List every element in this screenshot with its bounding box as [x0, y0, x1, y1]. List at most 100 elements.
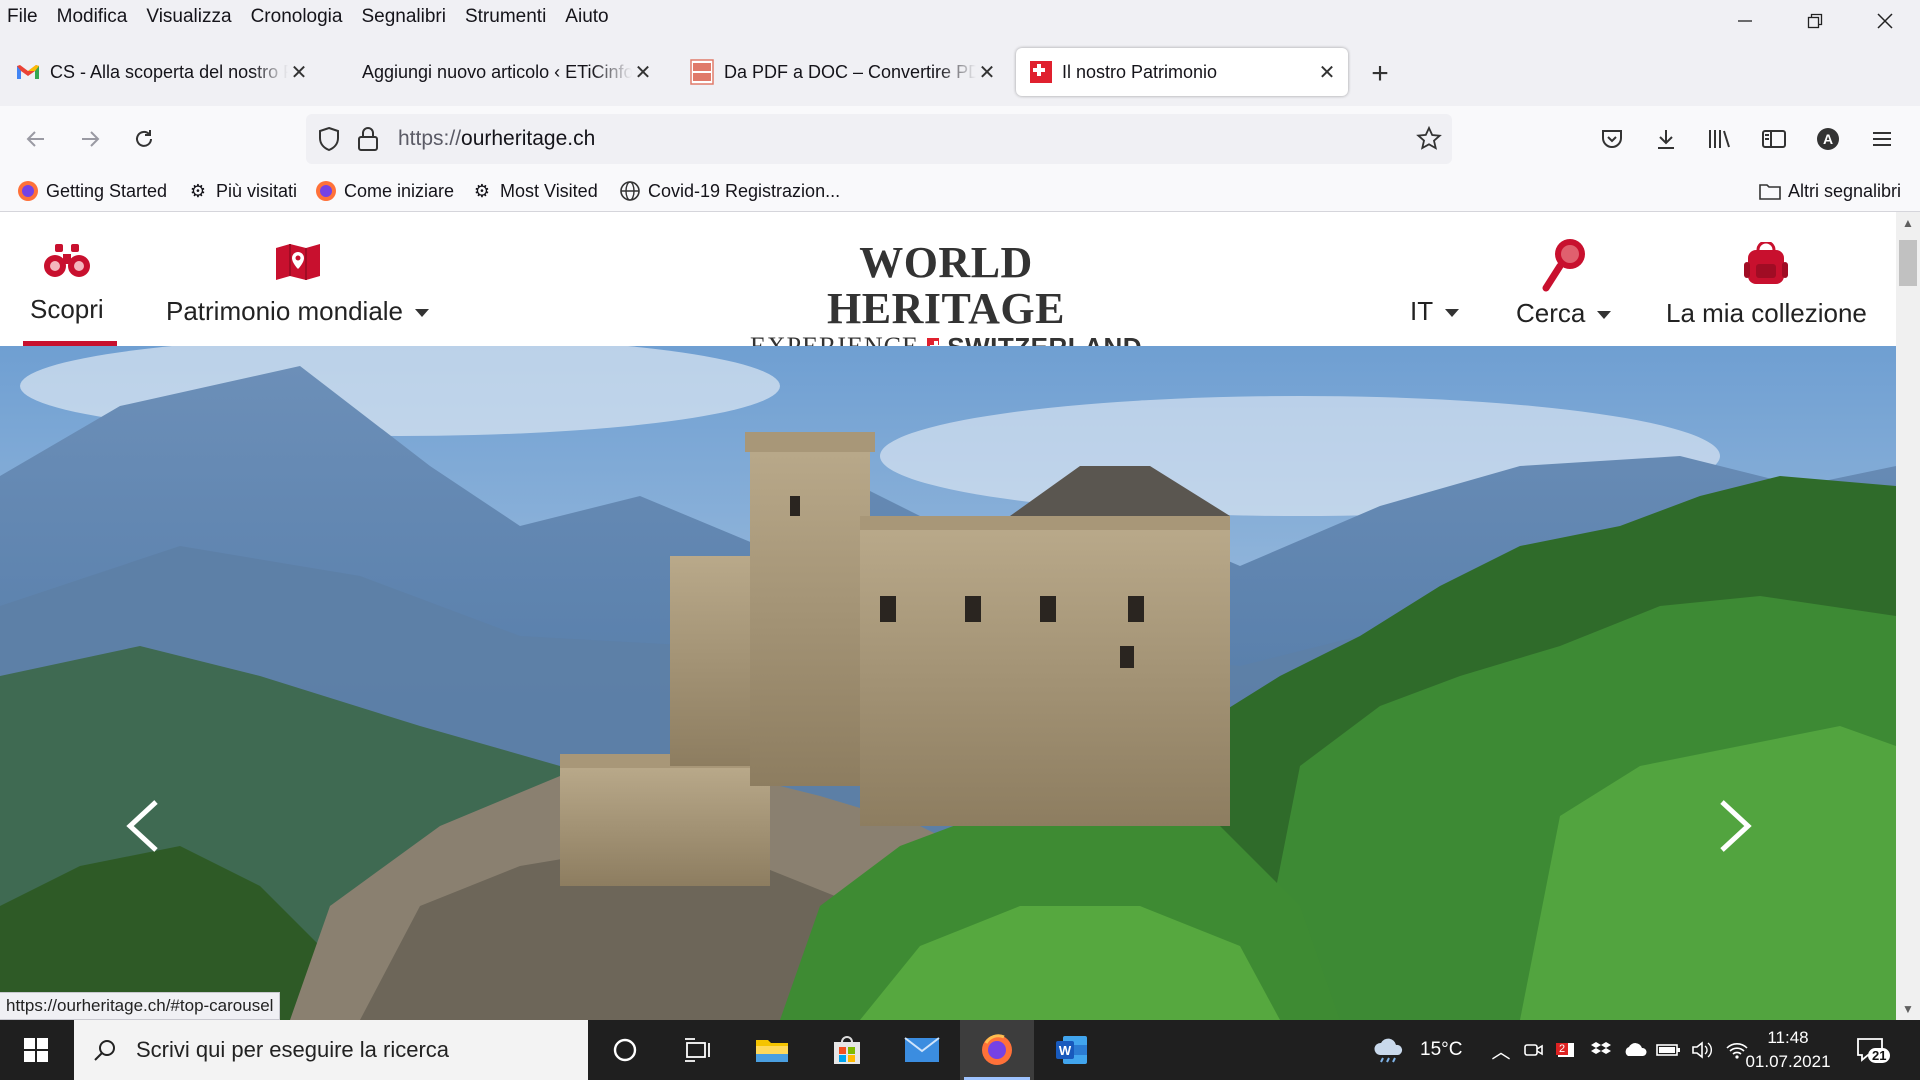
- star-icon[interactable]: [1416, 126, 1442, 152]
- search-icon: [74, 1038, 136, 1062]
- mail-icon: [904, 1037, 940, 1062]
- scroll-up-icon[interactable]: ▲: [1896, 212, 1920, 234]
- carousel-prev-button[interactable]: [112, 786, 172, 866]
- bookmark-piu-visitati[interactable]: ⚙ Più visitati: [186, 176, 297, 206]
- bookmark-most-visited[interactable]: ⚙ Most Visited: [470, 176, 598, 206]
- store-button[interactable]: [810, 1020, 884, 1080]
- vertical-scrollbar[interactable]: ▲ ▼: [1896, 212, 1920, 1020]
- tab-close-icon[interactable]: ✕: [288, 61, 310, 84]
- tab-pdf-to-doc[interactable]: Da PDF a DOC – Convertire PDF ✕: [676, 48, 1008, 96]
- firefox-icon: [314, 179, 338, 203]
- bookmark-covid-registrazione[interactable]: Covid-19 Registrazion...: [618, 176, 840, 206]
- taskbar-search-box[interactable]: Scrivi qui per eseguire la ricerca: [74, 1020, 588, 1080]
- new-tab-button[interactable]: +: [1362, 56, 1398, 92]
- bookmark-label: Più visitati: [216, 180, 298, 201]
- other-bookmarks[interactable]: Altri segnalibri: [1758, 176, 1901, 206]
- mail-badge: 2: [1556, 1043, 1569, 1055]
- search-menu[interactable]: Cerca: [1516, 236, 1612, 329]
- tab-strip: CS - Alla scoperta del nostro Patrimonio…: [0, 34, 1920, 106]
- back-button[interactable]: [17, 120, 55, 158]
- tab-cs-scoperta[interactable]: CS - Alla scoperta del nostro Patrimonio…: [2, 48, 320, 96]
- app-menu-button[interactable]: [1863, 120, 1901, 158]
- avatar-icon: A: [1817, 128, 1839, 150]
- meet-now-icon[interactable]: [1516, 1040, 1550, 1060]
- taskbar-clock[interactable]: 11:48 01.07.2021: [1728, 1026, 1848, 1074]
- menu-file[interactable]: File: [7, 6, 38, 28]
- library-button[interactable]: [1701, 120, 1739, 158]
- bookmark-come-iniziare[interactable]: Come iniziare: [314, 176, 454, 206]
- plus-icon: +: [1371, 57, 1389, 90]
- battery-icon[interactable]: [1652, 1042, 1686, 1058]
- menu-visualizza[interactable]: Visualizza: [146, 6, 231, 28]
- start-button[interactable]: [0, 1020, 72, 1080]
- volume-icon[interactable]: [1686, 1040, 1720, 1060]
- language-label: IT: [1410, 296, 1434, 326]
- gear-icon: ⚙: [189, 180, 207, 201]
- nav-patrimonio-mondiale[interactable]: Patrimonio mondiale: [166, 242, 430, 327]
- pocket-button[interactable]: [1593, 120, 1631, 158]
- hero-carousel[interactable]: [0, 346, 1896, 1020]
- close-icon: [1877, 13, 1893, 29]
- menu-cronologia[interactable]: Cronologia: [251, 6, 343, 28]
- scroll-thumb[interactable]: [1899, 240, 1917, 286]
- search-label: Cerca: [1516, 298, 1586, 328]
- site-logo[interactable]: WORLD HERITAGE EXPERIENCE SWITZERLAND: [750, 238, 1142, 363]
- file-explorer-button[interactable]: [735, 1020, 809, 1080]
- shield-icon: [319, 126, 339, 152]
- bookmark-getting-started[interactable]: Getting Started: [16, 176, 167, 206]
- pdf-doc-icon: [690, 59, 714, 85]
- gear-icon: ⚙: [473, 180, 491, 201]
- mail-notify-icon[interactable]: 2: [1550, 1039, 1584, 1061]
- nav-scopri[interactable]: Scopri: [30, 242, 104, 325]
- sidebar-button[interactable]: [1755, 120, 1793, 158]
- logo-title: WORLD HERITAGE: [827, 238, 1065, 333]
- bookmark-label: Covid-19 Registrazion...: [648, 180, 841, 201]
- tab-label: Aggiungi nuovo articolo ‹ ETiCinforma: [362, 61, 632, 82]
- firefox-taskbar-button[interactable]: [960, 1020, 1034, 1080]
- other-bookmarks-label: Altri segnalibri: [1788, 180, 1902, 201]
- menu-strumenti[interactable]: Strumenti: [465, 6, 546, 28]
- menu-aiuto[interactable]: Aiuto: [565, 6, 608, 28]
- action-center-button[interactable]: 21: [1856, 1020, 1891, 1080]
- windows-taskbar: Scrivi qui per eseguire la ricerca W 15°…: [0, 1020, 1920, 1080]
- sidebar-icon: [1762, 130, 1786, 148]
- weather-widget[interactable]: 15°C: [1372, 1020, 1462, 1080]
- downloads-button[interactable]: [1647, 120, 1685, 158]
- language-selector[interactable]: IT: [1410, 296, 1460, 327]
- url-host: ourheritage.ch: [461, 127, 596, 150]
- reload-button[interactable]: [125, 120, 163, 158]
- menu-modifica[interactable]: Modifica: [57, 6, 128, 28]
- menu-segnalibri[interactable]: Segnalibri: [361, 6, 446, 28]
- url-bar[interactable]: https://ourheritage.ch: [306, 114, 1452, 164]
- tab-close-icon[interactable]: ✕: [1316, 61, 1338, 84]
- task-view-button[interactable]: [660, 1020, 734, 1080]
- chevron-down-icon: [1445, 309, 1460, 318]
- tab-close-icon[interactable]: ✕: [632, 61, 654, 84]
- tab-il-nostro-patrimonio[interactable]: Il nostro Patrimonio ✕: [1016, 48, 1348, 96]
- onedrive-icon[interactable]: [1618, 1041, 1652, 1059]
- word-taskbar-button[interactable]: W: [1035, 1020, 1109, 1080]
- magnifier-icon: [1542, 239, 1585, 292]
- url-text[interactable]: https://ourheritage.ch: [398, 127, 595, 151]
- forward-button[interactable]: [71, 120, 109, 158]
- carousel-next-button[interactable]: [1706, 786, 1766, 866]
- nav-toolbar: https://ourheritage.ch A: [0, 106, 1920, 172]
- cortana-button[interactable]: [588, 1020, 662, 1080]
- windows-logo-icon: [24, 1038, 48, 1062]
- my-collection[interactable]: La mia collezione: [1666, 242, 1867, 329]
- tab-close-icon[interactable]: ✕: [976, 61, 998, 84]
- account-button[interactable]: A: [1809, 120, 1847, 158]
- chevron-down-icon: [1597, 311, 1612, 320]
- hamburger-icon: [1873, 132, 1891, 146]
- scroll-down-icon[interactable]: ▼: [1896, 998, 1920, 1020]
- svg-text:W: W: [1059, 1043, 1072, 1058]
- mail-button[interactable]: [885, 1020, 959, 1080]
- gmail-icon: [17, 65, 39, 79]
- site-header: Scopri Patrimonio mondiale WORLD HERITAG…: [0, 212, 1896, 362]
- nav-patrimonio-label: Patrimonio mondiale: [166, 296, 404, 326]
- tab-label: CS - Alla scoperta del nostro Patrimonio: [50, 61, 288, 82]
- tab-aggiungi-articolo[interactable]: Aggiungi nuovo articolo ‹ ETiCinforma ✕: [330, 48, 664, 96]
- dropbox-icon[interactable]: [1584, 1040, 1618, 1060]
- nav-scopri-label: Scopri: [30, 294, 104, 324]
- chevron-up-icon[interactable]: ︿: [1486, 1037, 1516, 1064]
